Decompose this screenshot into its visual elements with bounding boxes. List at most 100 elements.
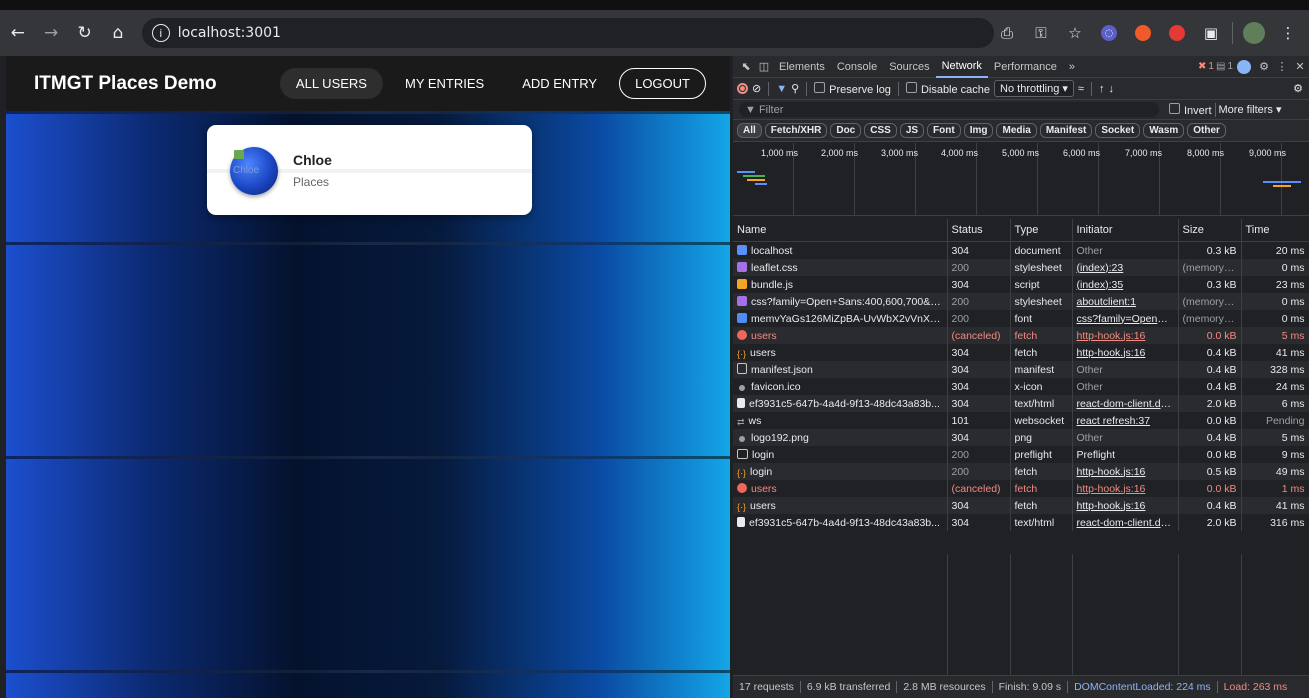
nav-my-entries[interactable]: MY ENTRIES xyxy=(389,68,500,99)
table-row[interactable]: favicon.ico 304 x-icon Other 0.4 kB 24 ms xyxy=(733,378,1309,395)
cell-initiator[interactable]: css?family=Open+Sans xyxy=(1072,310,1179,327)
network-overview-timeline[interactable]: 1,000 ms 2,000 ms 3,000 ms 4,000 ms 5,00… xyxy=(733,143,1309,216)
table-row[interactable]: login 200 preflight Preflight 0.0 kB 9 ms xyxy=(733,446,1309,463)
chip-wasm[interactable]: Wasm xyxy=(1143,123,1185,138)
table-row[interactable]: ⇄ ws 101 websocket react refresh:37 0.0 kB Pen… xyxy=(733,412,1309,429)
more-tabs-button[interactable]: » xyxy=(1063,56,1081,78)
column-header-size[interactable]: Size xyxy=(1178,219,1242,242)
table-row[interactable]: manifest.json 304 manifest Other 0.4 kB 328 m… xyxy=(733,361,1309,378)
disable-cache-checkbox[interactable]: Disable cache xyxy=(905,81,990,96)
inspect-element-icon[interactable]: ⬉ xyxy=(737,56,755,78)
column-header-type[interactable]: Type xyxy=(1010,219,1073,242)
clear-icon[interactable]: ⊘ xyxy=(752,82,761,95)
network-conditions-icon[interactable]: ≈ xyxy=(1078,83,1084,95)
bookmark-star-icon[interactable]: ☆ xyxy=(1062,20,1088,46)
chip-media[interactable]: Media xyxy=(996,123,1037,138)
cell-initiator[interactable]: (index):23 xyxy=(1072,259,1179,276)
column-header-status[interactable]: Status xyxy=(947,219,1011,242)
chip-all[interactable]: All xyxy=(737,123,762,138)
cell-initiator[interactable]: http-hook.js:16 xyxy=(1072,497,1179,514)
preserve-log-checkbox[interactable]: Preserve log xyxy=(814,81,891,96)
column-header-name[interactable]: Name xyxy=(733,219,948,242)
summary-load: Load: 263 ms xyxy=(1223,681,1288,693)
nav-all-users[interactable]: ALL USERS xyxy=(279,68,383,99)
user-card[interactable]: Chloe Chloe Places xyxy=(207,125,532,215)
install-app-icon[interactable]: ⎙ xyxy=(994,20,1020,46)
device-toolbar-icon[interactable]: ◫ xyxy=(755,56,773,78)
ai-assistant-icon[interactable] xyxy=(1237,59,1251,74)
cell-initiator[interactable]: http-hook.js:16 xyxy=(1072,344,1179,361)
logout-button[interactable]: LOGOUT xyxy=(619,68,706,99)
settings-gear-icon[interactable]: ⚙ xyxy=(1255,56,1273,78)
extensions-puzzle-icon[interactable]: ▣ xyxy=(1198,20,1224,46)
forward-arrow-icon[interactable]: → xyxy=(35,16,66,50)
cell-initiator[interactable]: aboutclient:1 xyxy=(1072,293,1179,310)
table-row[interactable]: leaflet.css 200 stylesheet (index):23 (memor… xyxy=(733,259,1309,276)
cell-status: 200 xyxy=(947,446,1011,463)
table-row[interactable]: {·} users 304 fetch http-hook.js:16 0.4 kB 41 … xyxy=(733,344,1309,361)
invert-checkbox[interactable]: Invert xyxy=(1169,102,1212,117)
profile-avatar[interactable] xyxy=(1241,20,1267,46)
table-row[interactable]: users (canceled) fetch http-hook.js:16 0.0 k… xyxy=(733,327,1309,344)
column-header-time[interactable]: Time xyxy=(1241,219,1309,242)
tab-elements[interactable]: Elements xyxy=(773,56,831,78)
column-header-initiator[interactable]: Initiator xyxy=(1072,219,1179,242)
table-row[interactable]: {·} users 304 fetch http-hook.js:16 0.4 kB 41 … xyxy=(733,497,1309,514)
search-icon[interactable]: ⚲ xyxy=(791,82,799,95)
chip-other[interactable]: Other xyxy=(1187,123,1226,138)
chip-socket[interactable]: Socket xyxy=(1095,123,1141,138)
chip-manifest[interactable]: Manifest xyxy=(1039,123,1093,138)
app-title[interactable]: ITMGT Places Demo xyxy=(34,73,217,95)
throttling-select[interactable]: No throttling ▾ xyxy=(994,80,1074,97)
chip-font[interactable]: Font xyxy=(927,123,961,138)
table-row[interactable]: users (canceled) fetch http-hook.js:16 0.0 k… xyxy=(733,480,1309,497)
close-devtools-icon[interactable]: ✕ xyxy=(1291,56,1309,78)
filter-input[interactable]: ▼ Filter xyxy=(739,102,1159,117)
issues-badge[interactable]: ✖ 1 ▤ 1 xyxy=(1198,61,1233,72)
table-row[interactable]: logo192.png 304 png Other 0.4 kB 5 ms xyxy=(733,429,1309,446)
cell-initiator[interactable]: react-dom-client.devel xyxy=(1072,514,1179,531)
tab-network[interactable]: Network xyxy=(935,56,988,78)
address-bar[interactable]: i localhost:3001 xyxy=(141,18,994,48)
chip-js[interactable]: JS xyxy=(899,123,925,138)
chip-doc[interactable]: Doc xyxy=(830,123,862,138)
network-rows: localhost 304 document Other 0.3 kB 20 ms leaf… xyxy=(733,241,1309,531)
cell-initiator[interactable]: http-hook.js:16 xyxy=(1072,480,1179,497)
browser-menu-icon[interactable]: ⋮ xyxy=(1275,20,1301,46)
table-row[interactable]: ef3931c5-647b-4a4d-9f13-48dc43a83b... 304… xyxy=(733,514,1309,531)
site-info-icon[interactable]: i xyxy=(151,24,170,42)
filter-funnel-icon[interactable]: ▼ xyxy=(776,83,787,95)
extension-orange-icon[interactable] xyxy=(1130,20,1156,46)
cell-initiator[interactable]: http-hook.js:16 xyxy=(1072,327,1179,344)
home-icon[interactable]: ⌂ xyxy=(102,16,133,50)
table-row[interactable]: localhost 304 document Other 0.3 kB 20 ms xyxy=(733,241,1309,259)
devtools-menu-icon[interactable]: ⋮ xyxy=(1273,56,1291,78)
back-arrow-icon[interactable]: ← xyxy=(2,16,33,50)
table-row[interactable]: memvYaGs126MiZpBA-UvWbX2vVnXBb... 200 font… xyxy=(733,310,1309,327)
tab-performance[interactable]: Performance xyxy=(988,56,1063,78)
extension-blue-icon[interactable]: ◌ xyxy=(1096,20,1122,46)
chip-css[interactable]: CSS xyxy=(864,123,897,138)
extension-red-icon[interactable] xyxy=(1164,20,1190,46)
more-filters-dropdown[interactable]: More filters ▾ xyxy=(1219,103,1282,116)
export-har-icon[interactable]: ↓ xyxy=(1108,83,1114,95)
cell-initiator[interactable]: (index):35 xyxy=(1072,276,1179,293)
table-row[interactable]: {·} login 200 fetch http-hook.js:16 0.5 kB 49 … xyxy=(733,463,1309,480)
network-settings-icon[interactable]: ⚙ xyxy=(1293,82,1303,95)
password-key-icon[interactable]: ⚿ xyxy=(1028,20,1054,46)
table-row[interactable]: bundle.js 304 script (index):35 0.3 kB 23 ms xyxy=(733,276,1309,293)
cell-initiator[interactable]: react refresh:37 xyxy=(1072,412,1179,429)
nav-add-entry[interactable]: ADD ENTRY xyxy=(506,68,613,99)
table-row[interactable]: ef3931c5-647b-4a4d-9f13-48dc43a83b... 304… xyxy=(733,395,1309,412)
toolbar-separator xyxy=(806,81,808,96)
record-stop-icon[interactable] xyxy=(737,83,748,94)
chip-img[interactable]: Img xyxy=(963,123,994,138)
cell-initiator[interactable]: http-hook.js:16 xyxy=(1072,463,1179,480)
cell-initiator[interactable]: react-dom-client.devel xyxy=(1072,395,1179,412)
table-row[interactable]: css?family=Open+Sans:400,600,700&di... 20… xyxy=(733,293,1309,310)
reload-icon[interactable]: ↻ xyxy=(69,16,100,50)
tab-console[interactable]: Console xyxy=(831,56,883,78)
tab-sources[interactable]: Sources xyxy=(883,56,935,78)
import-har-icon[interactable]: ↑ xyxy=(1099,83,1105,95)
chip-fetch-xhr[interactable]: Fetch/XHR xyxy=(764,123,828,138)
